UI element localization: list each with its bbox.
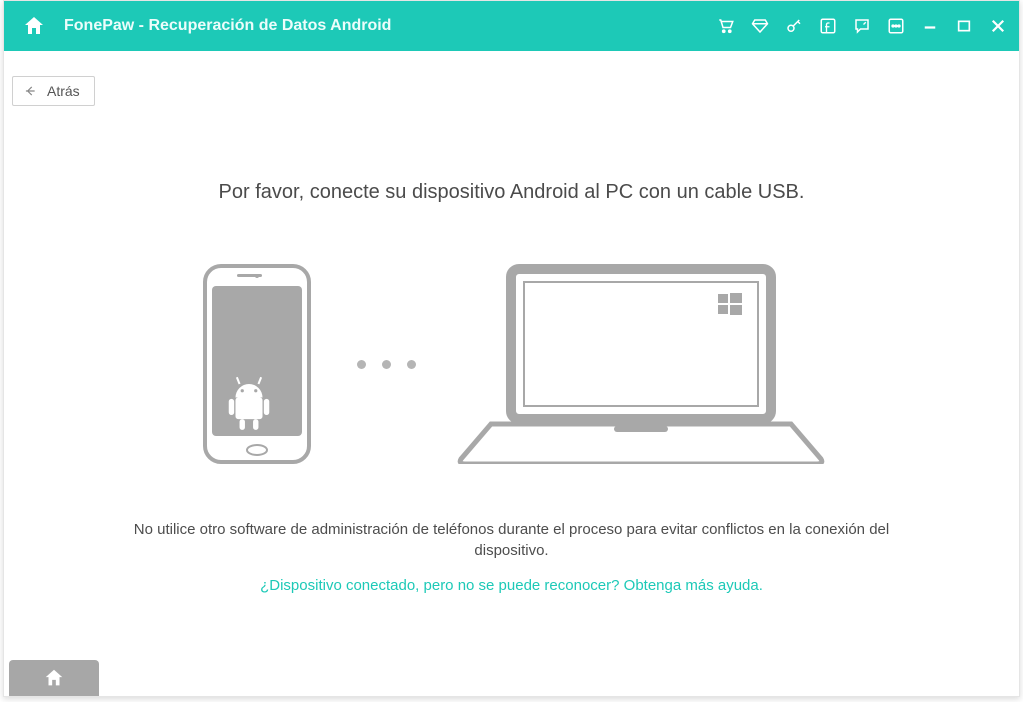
help-link[interactable]: ¿Dispositivo conectado, pero no se puede… xyxy=(4,577,1019,594)
bottom-home-tab[interactable] xyxy=(9,660,99,696)
maximize-button[interactable] xyxy=(953,15,975,37)
main-content: Por favor, conecte su dispositivo Androi… xyxy=(4,51,1019,594)
key-icon xyxy=(785,17,803,35)
titlebar-actions xyxy=(715,15,1009,37)
close-button[interactable] xyxy=(987,15,1009,37)
close-icon xyxy=(989,17,1007,35)
maximize-icon xyxy=(956,18,972,34)
register-button[interactable] xyxy=(783,15,805,37)
home-icon xyxy=(22,14,46,38)
upgrade-button[interactable] xyxy=(749,15,771,37)
page-title: Por favor, conecte su dispositivo Androi… xyxy=(4,181,1019,204)
minimize-button[interactable] xyxy=(919,15,941,37)
more-icon xyxy=(887,17,905,35)
home-button[interactable] xyxy=(20,12,48,40)
title-bar: FonePaw - Recuperación de Datos Android xyxy=(4,1,1019,51)
connect-illustration xyxy=(4,264,1019,464)
cart-button[interactable] xyxy=(715,15,737,37)
minimize-icon xyxy=(921,17,939,35)
android-phone-image xyxy=(197,264,317,464)
facebook-button[interactable] xyxy=(817,15,839,37)
back-button[interactable]: Atrás xyxy=(12,76,95,106)
back-label: Atrás xyxy=(47,83,80,99)
home-icon xyxy=(43,667,65,689)
facebook-icon xyxy=(819,17,837,35)
arrow-left-icon xyxy=(23,84,37,98)
diamond-icon xyxy=(751,17,769,35)
laptop-image xyxy=(456,264,826,464)
app-window: FonePaw - Recuperación de Datos Android xyxy=(3,0,1020,697)
feedback-icon xyxy=(853,17,871,35)
feedback-button[interactable] xyxy=(851,15,873,37)
menu-button[interactable] xyxy=(885,15,907,37)
connection-dots xyxy=(357,360,416,369)
cart-icon xyxy=(717,17,735,35)
app-title: FonePaw - Recuperación de Datos Android xyxy=(64,17,391,35)
instruction-note: No utilice otro software de administraci… xyxy=(102,519,922,561)
